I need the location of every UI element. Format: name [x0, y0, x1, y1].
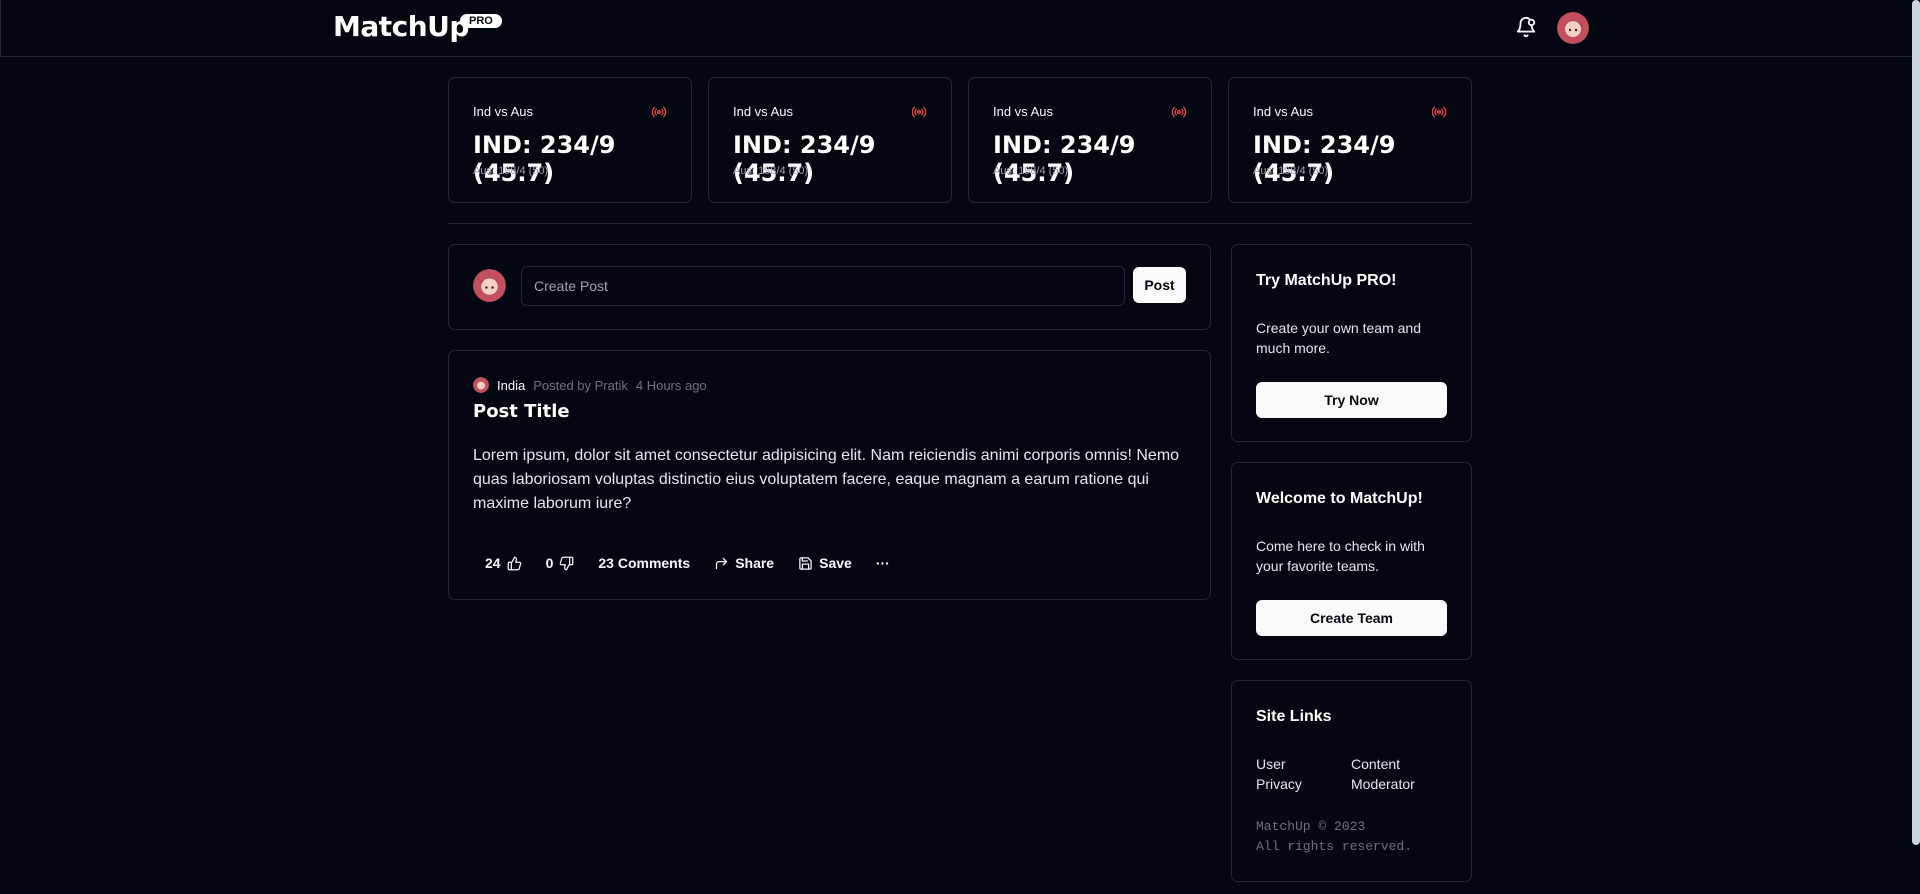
live-broadcast-icon	[911, 106, 927, 118]
post-time: 4 Hours ago	[635, 377, 707, 393]
match-name: Ind vs Aus	[733, 104, 793, 119]
more-options-button[interactable]: ···	[864, 547, 902, 579]
post-actions: 24 0 23 Comments Share Save ···	[473, 547, 902, 579]
sub-score: Aus: 198/4 (50)	[473, 165, 549, 177]
post-meta: India Posted by Pratik 4 Hours ago	[473, 377, 707, 393]
site-links-card: Site Links User Content Privacy Moderato…	[1231, 680, 1472, 882]
create-team-button[interactable]: Create Team	[1256, 600, 1447, 636]
post-body: Lorem ipsum, dolor sit amet consectetur …	[473, 447, 1180, 512]
link-content[interactable]: Content	[1351, 754, 1447, 774]
more-icon: ···	[875, 555, 890, 571]
logo[interactable]: MatchUp	[333, 10, 469, 43]
downvote-button[interactable]: 0	[534, 547, 587, 579]
link-moderator[interactable]: Moderator	[1351, 774, 1447, 794]
welcome-text: Come here to check in with your favorite…	[1256, 538, 1425, 574]
community-name[interactable]: India	[497, 378, 525, 393]
save-icon	[799, 556, 812, 570]
share-arrow-icon	[716, 557, 728, 569]
thumbs-down-icon	[560, 556, 574, 570]
share-label: Share	[735, 555, 775, 571]
save-button[interactable]: Save	[786, 547, 864, 579]
link-privacy[interactable]: Privacy	[1256, 774, 1351, 794]
score-card[interactable]: Ind vs Aus IND: 234/9 (45.7) Aus: 198/4 …	[968, 77, 1212, 203]
post-card: India Posted by Pratik 4 Hours ago Post …	[448, 350, 1211, 600]
main-score: IND: 234/9 (45.7)	[473, 131, 616, 187]
live-broadcast-icon	[1431, 106, 1447, 118]
pro-title: Try MatchUp PRO!	[1256, 272, 1397, 289]
community-avatar[interactable]	[473, 377, 489, 393]
save-label: Save	[819, 555, 852, 571]
pro-text: Create your own team and much more.	[1256, 320, 1421, 356]
comments-label: 23 Comments	[598, 555, 691, 571]
site-links-title: Site Links	[1256, 708, 1332, 725]
post-title[interactable]: Post Title	[473, 401, 570, 422]
user-avatar[interactable]	[1557, 12, 1589, 44]
post-button[interactable]: Post	[1133, 267, 1186, 303]
comments-button[interactable]: 23 Comments	[586, 547, 702, 579]
create-post-card: Post	[448, 244, 1211, 330]
live-broadcast-icon	[651, 106, 667, 118]
scrollbar[interactable]	[1912, 0, 1920, 845]
main-score: IND: 234/9 (45.7)	[733, 131, 876, 187]
upvote-count: 24	[485, 555, 501, 571]
section-divider	[448, 223, 1472, 224]
user-avatar[interactable]	[473, 269, 506, 302]
site-links-list: User Content Privacy Moderator	[1256, 754, 1447, 794]
sub-score: Aus: 198/4 (50)	[993, 165, 1069, 177]
score-card[interactable]: Ind vs Aus IND: 234/9 (45.7) Aus: 198/4 …	[708, 77, 952, 203]
match-name: Ind vs Aus	[1253, 104, 1313, 119]
live-broadcast-icon	[1171, 106, 1187, 118]
create-post-input[interactable]	[521, 266, 1125, 306]
main-score: IND: 234/9 (45.7)	[1253, 131, 1396, 187]
score-card[interactable]: Ind vs Aus IND: 234/9 (45.7) Aus: 198/4 …	[1228, 77, 1472, 203]
pro-promo-card: Try MatchUp PRO! Create your own team an…	[1231, 244, 1472, 442]
welcome-title: Welcome to MatchUp!	[1256, 490, 1423, 507]
welcome-card: Welcome to MatchUp! Come here to check i…	[1231, 462, 1472, 660]
match-name: Ind vs Aus	[473, 104, 533, 119]
downvote-count: 0	[545, 555, 554, 571]
copyright-text: MatchUp © 2023 All rights reserved.	[1256, 819, 1413, 854]
thumbs-up-icon	[507, 556, 521, 570]
post-author[interactable]: Posted by Pratik	[533, 378, 628, 393]
top-navbar: MatchUp PRO	[0, 0, 1916, 57]
main-score: IND: 234/9 (45.7)	[993, 131, 1136, 187]
link-user[interactable]: User	[1256, 754, 1351, 774]
match-name: Ind vs Aus	[993, 104, 1053, 119]
notification-bell-icon[interactable]	[1515, 16, 1537, 38]
pro-badge: PRO	[460, 14, 502, 28]
score-card[interactable]: Ind vs Aus IND: 234/9 (45.7) Aus: 198/4 …	[448, 77, 692, 203]
share-button[interactable]: Share	[702, 547, 786, 579]
sub-score: Aus: 198/4 (50)	[733, 165, 809, 177]
sub-score: Aus: 198/4 (50)	[1253, 165, 1329, 177]
upvote-button[interactable]: 24	[473, 547, 534, 579]
try-now-button[interactable]: Try Now	[1256, 382, 1447, 418]
